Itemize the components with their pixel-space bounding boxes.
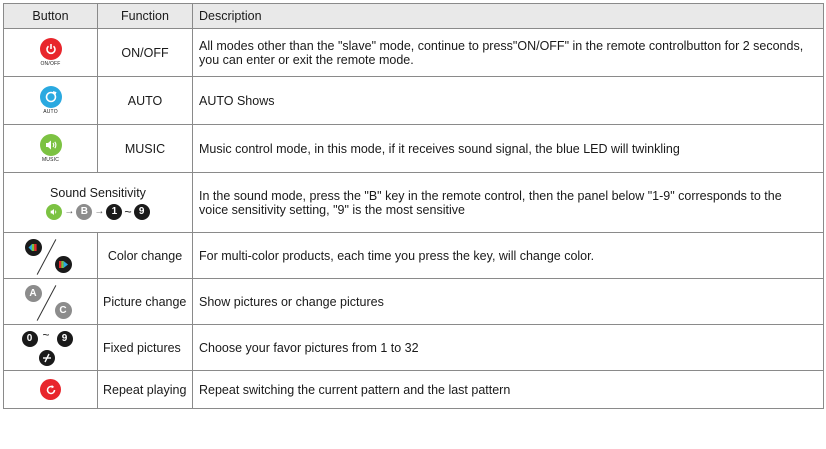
- arrow-right-icon: →: [94, 206, 105, 217]
- description-cell: For multi-color products, each time you …: [192, 232, 824, 279]
- description-cell: All modes other than the "slave" mode, c…: [192, 28, 824, 77]
- description-cell: AUTO Shows: [192, 76, 824, 125]
- zero-key-icon: 0: [21, 330, 38, 347]
- button-cell: MUSIC: [3, 124, 98, 173]
- tilde-symbol: ~: [124, 204, 132, 219]
- description-cell: In the sound mode, press the "B" key in …: [192, 172, 824, 233]
- button-cell: 0 ~ 9: [3, 324, 98, 371]
- repeat-icon: [40, 379, 61, 400]
- button-cell: ON/OFF: [3, 28, 98, 77]
- remote-function-table: Button Function Description ON/OFF ON/OF…: [3, 3, 824, 409]
- arrow-right-icon: →: [64, 206, 75, 217]
- c-key-icon: C: [54, 301, 72, 319]
- nine-key-icon: 9: [133, 203, 150, 220]
- description-cell: Show pictures or change pictures: [192, 278, 824, 325]
- table-row: Color change For multi-color products, e…: [3, 232, 824, 279]
- function-cell: Picture change: [97, 278, 193, 325]
- header-row: Button Function Description: [3, 3, 824, 29]
- music-icon: [39, 134, 62, 156]
- color-next-icon: [54, 255, 72, 273]
- description-cell: Choose your favor pictures from 1 to 32: [192, 324, 824, 371]
- a-key-icon: A: [24, 284, 42, 302]
- nine-key-icon: 9: [56, 330, 73, 347]
- table-row: AUTO AUTO AUTO Shows: [3, 76, 824, 125]
- music-icon-label: MUSIC: [41, 157, 60, 163]
- description-cell: Repeat switching the current pattern and…: [192, 370, 824, 409]
- table-row: 0 ~ 9 Fixed pictures Choose your favor p…: [3, 324, 824, 371]
- auto-icon: [39, 86, 62, 108]
- button-cell: A C: [3, 278, 98, 325]
- button-cell: [3, 232, 98, 279]
- function-cell: Color change: [97, 232, 193, 279]
- table-row: Sound Sensitivity → B → 1 ~ 9 In the sou…: [3, 172, 824, 233]
- header-function: Function: [97, 3, 193, 29]
- table-row: A C Picture change Show pictures or chan…: [3, 278, 824, 325]
- function-cell: AUTO: [97, 76, 193, 125]
- table-row: Repeat playing Repeat switching the curr…: [3, 370, 824, 409]
- tilde-symbol: ~: [42, 327, 50, 342]
- function-cell: ON/OFF: [97, 28, 193, 77]
- b-key-icon: B: [76, 203, 93, 220]
- function-cell: MUSIC: [97, 124, 193, 173]
- header-button: Button: [3, 3, 98, 29]
- sensitivity-sequence: → B → 1 ~ 9: [4, 203, 192, 220]
- button-cell: AUTO: [3, 76, 98, 125]
- color-prev-icon: [24, 238, 42, 256]
- header-description: Description: [192, 3, 824, 29]
- auto-icon-label: AUTO: [43, 109, 58, 115]
- table-row: MUSIC MUSIC Music control mode, in this …: [3, 124, 824, 173]
- slash-key-icon: [38, 349, 55, 366]
- power-icon: [39, 38, 62, 60]
- sound-sensitivity-title: Sound Sensitivity: [50, 185, 146, 200]
- function-cell: Repeat playing: [97, 370, 193, 409]
- button-cell: [3, 370, 98, 409]
- power-icon-label: ON/OFF: [40, 61, 61, 67]
- description-cell: Music control mode, in this mode, if it …: [192, 124, 824, 173]
- button-cell: Sound Sensitivity → B → 1 ~ 9: [3, 172, 193, 233]
- music-icon: [46, 203, 63, 220]
- table-row: ON/OFF ON/OFF All modes other than the "…: [3, 28, 824, 77]
- function-cell: Fixed pictures: [97, 324, 193, 371]
- one-key-icon: 1: [106, 203, 123, 220]
